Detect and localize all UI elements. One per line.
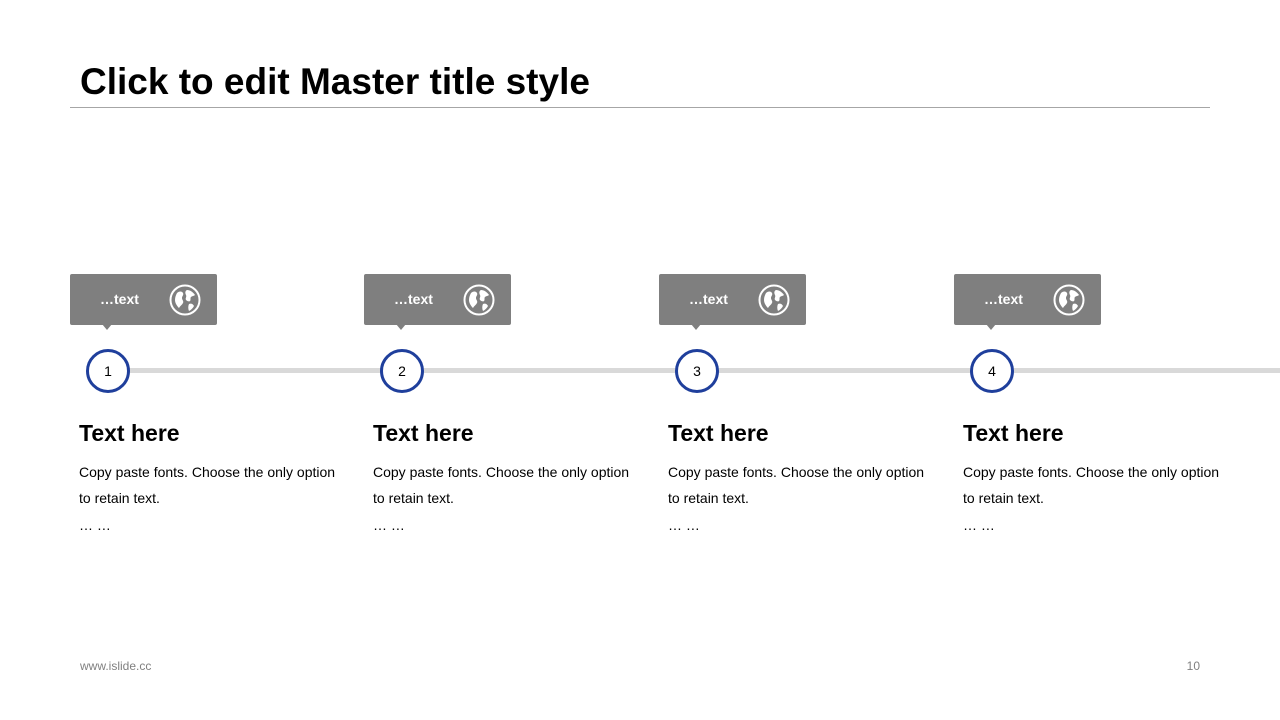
step-ellipsis: … … xyxy=(668,517,700,533)
step-number-marker: 3 xyxy=(675,349,719,393)
globe-icon xyxy=(758,284,790,316)
timeline-step-3: …text 3 Text here Copy paste fonts. Choo… xyxy=(659,0,939,720)
step-number-marker: 1 xyxy=(86,349,130,393)
callout-tag[interactable]: …text xyxy=(659,274,806,330)
step-description[interactable]: Copy paste fonts. Choose the only option… xyxy=(373,459,633,511)
step-ellipsis: … … xyxy=(963,517,995,533)
callout-tag-label: …text xyxy=(689,291,728,307)
page-number: 10 xyxy=(1186,659,1200,673)
callout-tag-label: …text xyxy=(100,291,139,307)
footer-url: www.islide.cc xyxy=(80,659,152,673)
globe-icon xyxy=(1053,284,1085,316)
globe-icon xyxy=(169,284,201,316)
timeline-step-2: …text 2 Text here Copy paste fonts. Choo… xyxy=(364,0,644,720)
step-heading[interactable]: Text here xyxy=(79,418,180,448)
step-heading[interactable]: Text here xyxy=(963,418,1064,448)
step-description[interactable]: Copy paste fonts. Choose the only option… xyxy=(963,459,1223,511)
callout-tag[interactable]: …text xyxy=(70,274,217,330)
step-description[interactable]: Copy paste fonts. Choose the only option… xyxy=(79,459,339,511)
callout-tag[interactable]: …text xyxy=(364,274,511,330)
step-description[interactable]: Copy paste fonts. Choose the only option… xyxy=(668,459,928,511)
timeline-step-1: …text 1 Text here Copy paste fonts. Choo… xyxy=(70,0,350,720)
step-number-marker: 2 xyxy=(380,349,424,393)
timeline-step-4: …text 4 Text here Copy paste fonts. Choo… xyxy=(954,0,1234,720)
step-ellipsis: … … xyxy=(79,517,111,533)
step-number-marker: 4 xyxy=(970,349,1014,393)
step-heading[interactable]: Text here xyxy=(668,418,769,448)
callout-tag[interactable]: …text xyxy=(954,274,1101,330)
step-ellipsis: … … xyxy=(373,517,405,533)
step-heading[interactable]: Text here xyxy=(373,418,474,448)
callout-tag-label: …text xyxy=(984,291,1023,307)
callout-tag-label: …text xyxy=(394,291,433,307)
globe-icon xyxy=(463,284,495,316)
